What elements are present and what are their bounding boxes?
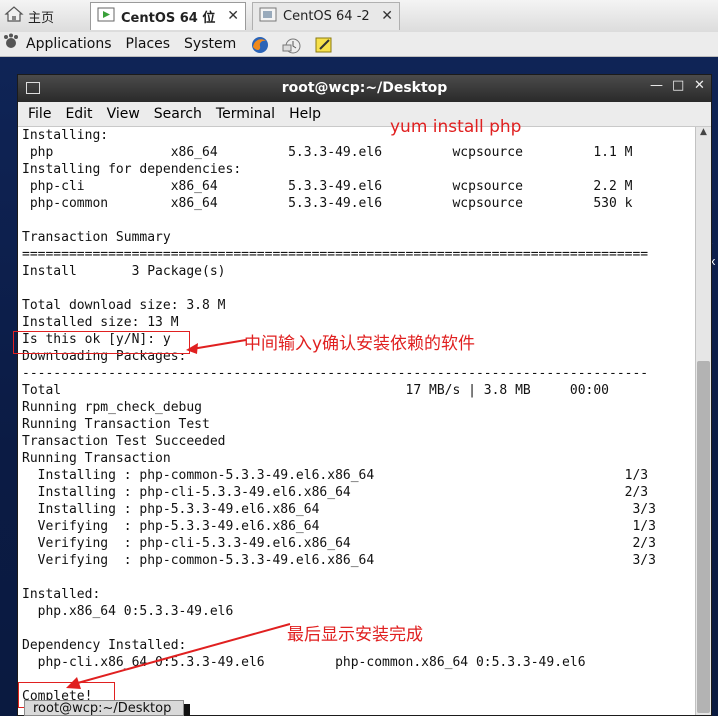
terminal-line: Running Transaction <box>22 451 171 466</box>
terminal-line: Total 17 MB/s | 3.8 MB 00:00 <box>22 383 609 398</box>
terminal-line: Verifying : php-cli-5.3.3-49.el6.x86_64 … <box>22 536 656 551</box>
terminal-lines: Installing: php x86_64 5.3.3-49.el6 wcps… <box>22 127 656 705</box>
terminal-line: Running rpm_check_debug <box>22 400 203 415</box>
menu-search[interactable]: Search <box>154 106 202 122</box>
terminal-line: Transaction Summary <box>22 230 171 245</box>
annotation-complete: 最后显示安装完成 <box>287 625 423 645</box>
terminal-line: ========================================… <box>22 247 649 262</box>
notes-icon[interactable] <box>314 35 332 53</box>
terminal-line: Installing for dependencies: <box>22 162 242 177</box>
mail-clock-icon[interactable] <box>282 35 301 54</box>
tab-centos-64-label: CentOS 64 位 <box>121 11 216 26</box>
vm-tab-bar: 主页 CentOS 64 位 ✕ CentOS 64 -2 ✕ <box>0 0 718 33</box>
terminal-menubar: File Edit View Search Terminal Help <box>18 102 711 127</box>
close-icon[interactable]: ✕ <box>694 78 705 93</box>
menu-view[interactable]: View <box>107 106 140 122</box>
terminal-line: Installing: <box>22 128 109 143</box>
scrollbar[interactable]: ▲ <box>695 127 711 715</box>
taskbar: root@wcp:~/Desktop <box>0 700 718 716</box>
tab-centos-64-2-label: CentOS 64 -2 <box>283 9 370 24</box>
terminal-line: Installing : php-cli-5.3.3-49.el6.x86_64… <box>22 485 649 500</box>
maximize-icon[interactable]: □ <box>672 78 684 93</box>
text-cursor <box>184 704 190 716</box>
annotation-arrow-confirm <box>186 339 247 354</box>
menu-file[interactable]: File <box>28 106 51 122</box>
scrollbar-thumb[interactable] <box>697 361 710 713</box>
annotation-yum-install: yum install php <box>390 117 522 137</box>
terminal-line: php-cli x86_64 5.3.3-49.el6 wcpsource 2.… <box>22 179 633 194</box>
minimize-icon[interactable]: — <box>650 78 663 93</box>
terminal-line: Installing : php-5.3.3-49.el6.x86_64 3/3 <box>22 502 656 517</box>
menu-edit[interactable]: Edit <box>65 106 92 122</box>
terminal-line: php x86_64 5.3.3-49.el6 wcpsource 1.1 M <box>22 145 633 160</box>
terminal-line: Installed: <box>22 587 101 602</box>
terminal-line: php.x86_64 0:5.3.3-49.el6 <box>22 604 234 619</box>
tab-centos-64-2[interactable]: CentOS 64 -2 ✕ <box>252 2 400 30</box>
taskbar-item-terminal[interactable]: root@wcp:~/Desktop <box>24 700 184 716</box>
terminal-line: Transaction Test Succeeded <box>22 434 226 449</box>
menu-places[interactable]: Places <box>126 36 171 52</box>
tab-home-label: 主页 <box>28 10 55 26</box>
scroll-up-icon[interactable]: ▲ <box>696 127 711 137</box>
menu-terminal[interactable]: Terminal <box>216 106 275 122</box>
terminal-line: Installing : php-common-5.3.3-49.el6.x86… <box>22 468 649 483</box>
terminal-line: Verifying : php-common-5.3.3-49.el6.x86_… <box>22 553 656 568</box>
annotation-box-confirm <box>13 331 190 354</box>
menu-applications[interactable]: Applications <box>26 36 112 52</box>
window-titlebar[interactable]: root@wcp:~/Desktop — □ ✕ <box>18 75 711 102</box>
tab-centos-64[interactable]: CentOS 64 位 ✕ <box>90 2 246 30</box>
terminal-line: Install 3 Package(s) <box>22 264 226 279</box>
gnome-foot-icon <box>2 33 20 55</box>
menu-help[interactable]: Help <box>289 106 321 122</box>
terminal-line: php-common x86_64 5.3.3-49.el6 wcpsource… <box>22 196 633 211</box>
vm-icon <box>97 6 117 28</box>
gnome-top-panel: Applications Places System <box>0 32 718 57</box>
vm-icon <box>259 6 279 28</box>
home-icon <box>4 5 24 27</box>
terminal-line: ----------------------------------------… <box>22 366 649 381</box>
close-icon[interactable]: ✕ <box>227 8 239 24</box>
window-title: root@wcp:~/Desktop <box>281 80 448 96</box>
terminal-line: Verifying : php-5.3.3-49.el6.x86_64 1/3 <box>22 519 656 534</box>
annotation-confirm: 中间输入y确认安装依赖的软件 <box>244 334 476 354</box>
firefox-icon[interactable] <box>250 35 269 53</box>
close-icon[interactable]: ✕ <box>381 8 393 24</box>
terminal-line: Running Transaction Test <box>22 417 210 432</box>
terminal-line: Total download size: 3.8 M <box>22 298 226 313</box>
menu-system[interactable]: System <box>184 36 236 52</box>
tab-home[interactable]: 主页 <box>0 2 86 30</box>
